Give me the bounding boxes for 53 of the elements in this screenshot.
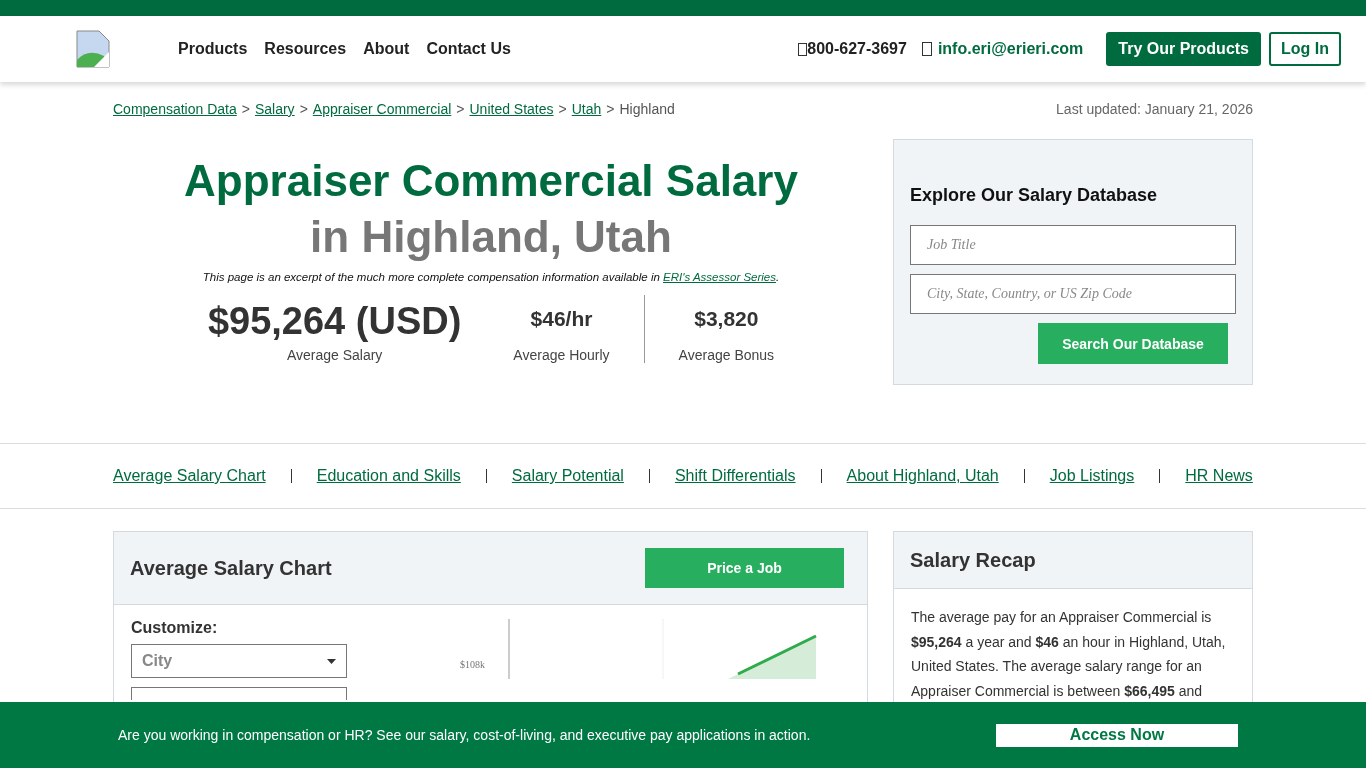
excerpt-note: This page is an excerpt of the much more complete compensation information available in ERI's Assessor Series. <box>202 271 780 283</box>
section-link[interactable]: HR News <box>1185 467 1253 485</box>
section-link[interactable]: Education and Skills <box>316 467 461 485</box>
login-button[interactable]: Log In <box>1269 32 1341 66</box>
broken-image-icon <box>76 30 110 68</box>
nav-link[interactable]: Resources <box>264 40 347 58</box>
try-products-button[interactable]: Try Our Products <box>1106 32 1261 66</box>
stat-value: $46/hr <box>530 306 593 332</box>
card-title: Salary Recap <box>910 548 1036 572</box>
breadcrumb-current: Highland <box>619 101 675 119</box>
page-title: Appraiser Commercial Salary <box>184 155 798 207</box>
customize-label: Customize: <box>131 619 219 637</box>
breadcrumb-link[interactable]: Appraiser Commercial <box>312 101 452 127</box>
panel-title: Explore Our Salary Database <box>910 185 1159 206</box>
series-link[interactable]: ERI's Assessor Series <box>663 271 776 283</box>
breadcrumb-link[interactable]: Utah <box>571 101 602 127</box>
section-link[interactable]: About Highland, Utah <box>846 467 999 485</box>
nav-link[interactable]: About <box>363 40 410 58</box>
stat-value: $95,264 (USD) <box>207 299 462 344</box>
card-title: Average Salary Chart <box>130 556 332 580</box>
stat-value: $3,820 <box>694 306 759 332</box>
select-field[interactable] <box>131 687 347 700</box>
breadcrumb-separator: > <box>558 101 567 119</box>
breadcrumb-separator: > <box>241 101 250 119</box>
axis-tick-label: $108k <box>460 659 485 670</box>
nav-link[interactable]: Contact Us <box>426 40 511 58</box>
caret-icon <box>327 658 336 664</box>
search-field[interactable]: City, State, Country, or US Zip Code <box>910 274 1236 314</box>
breadcrumb-separator: > <box>299 101 308 119</box>
section-link[interactable]: Shift Differentials <box>674 467 796 485</box>
stat-label: Average Hourly <box>513 347 610 363</box>
mail-icon <box>921 42 932 56</box>
select-field[interactable]: City <box>131 644 347 678</box>
banner-text: Are you working in compensation or HR? See our salary, cost-of-living, and executive pay applications in action. <box>118 727 811 743</box>
stat-label: Average Salary <box>286 347 383 363</box>
breadcrumb-link[interactable]: United States <box>469 101 554 127</box>
section-link[interactable]: Job Listings <box>1049 467 1135 485</box>
phone-number[interactable]: 800-627-3697 <box>807 40 907 58</box>
phone-icon <box>798 42 808 56</box>
stat-label: Average Bonus <box>678 347 775 363</box>
access-button[interactable]: Access Now <box>996 723 1238 747</box>
breadcrumb-separator: > <box>606 101 615 119</box>
breadcrumb-link[interactable]: Compensation Data <box>113 101 237 127</box>
search-field[interactable]: Job Title <box>910 225 1236 265</box>
section-link[interactable]: Average Salary Chart <box>113 467 266 485</box>
section-link[interactable]: Salary Potential <box>511 467 624 485</box>
page-subtitle: in Highland, Utah <box>310 211 672 263</box>
last-updated: Last updated: January 21, 2026 <box>1056 101 1253 119</box>
breadcrumb-separator: > <box>456 101 465 119</box>
nav-link[interactable]: Products <box>178 40 248 58</box>
breadcrumb-link[interactable]: Salary <box>254 101 295 127</box>
email-link[interactable]: info.eri@erieri.com <box>937 40 1084 58</box>
recap-text: The average pay for an Appraiser Commercial is $95,264 a year and $46 an hour in Highland, Utah, United States. The average salary range for an Appraiser Commercial is between $66,495 and <box>910 608 1227 701</box>
